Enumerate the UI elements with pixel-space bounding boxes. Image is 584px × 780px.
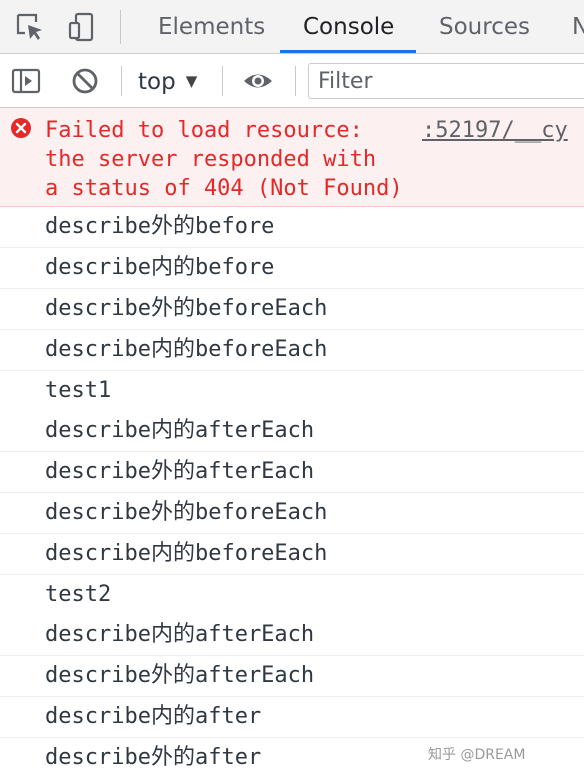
log-row: test1	[0, 371, 584, 412]
active-tab-indicator	[280, 50, 416, 53]
dropdown-arrow-icon: ▼	[185, 72, 198, 90]
log-message: describe外的afterEach	[45, 459, 315, 484]
log-message: describe外的beforeEach	[45, 500, 328, 525]
log-message: describe内的beforeEach	[45, 541, 328, 566]
log-message: describe外的beforeEach	[45, 296, 328, 321]
log-row: describe内的beforeEach	[0, 534, 584, 575]
log-row: describe外的beforeEach	[0, 289, 584, 330]
log-row: describe外的afterEach	[0, 452, 584, 493]
live-expression-eye-icon[interactable]	[242, 65, 274, 97]
device-toolbar-icon[interactable]	[66, 11, 98, 43]
toolbar-separator	[222, 66, 223, 96]
toolbar-separator	[295, 66, 296, 96]
log-row: describe内的after	[0, 697, 584, 738]
log-message: test1	[45, 378, 112, 403]
log-message: test2	[45, 582, 112, 607]
devtools-tab-bar: Elements Console Sources N	[0, 0, 584, 54]
error-source-link[interactable]: :52197/__cy	[422, 116, 568, 145]
show-sidebar-icon[interactable]	[10, 65, 42, 97]
log-row: describe内的afterEach	[0, 615, 584, 656]
tab-console[interactable]: Console	[303, 0, 394, 54]
tab-sources[interactable]: Sources	[439, 0, 530, 54]
log-message: describe内的before	[45, 255, 275, 280]
log-row: describe内的afterEach	[0, 411, 584, 452]
toolbar-separator	[121, 66, 122, 96]
error-message: Failed to load resource: the server resp…	[45, 118, 403, 201]
clear-console-icon[interactable]	[69, 65, 101, 97]
context-selector[interactable]: top ▼	[138, 54, 197, 108]
log-row: describe外的beforeEach	[0, 493, 584, 534]
watermark: 知乎 @DREAM	[428, 747, 526, 763]
log-row: describe内的beforeEach	[0, 330, 584, 371]
log-row: test2	[0, 575, 584, 616]
log-message: describe内的after	[45, 704, 262, 729]
tab-elements[interactable]: Elements	[158, 0, 265, 54]
tab-separator	[120, 10, 121, 44]
filter-input[interactable]	[308, 63, 584, 99]
context-value: top	[138, 69, 176, 95]
log-row: describe外的afterEach	[0, 656, 584, 697]
tab-network-truncated[interactable]: N	[572, 0, 584, 54]
log-row: describe外的before	[0, 207, 584, 248]
log-message: describe内的afterEach	[45, 418, 315, 443]
log-row: describe内的before	[0, 248, 584, 289]
log-message: describe外的before	[45, 214, 275, 239]
log-message: describe外的afterEach	[45, 663, 315, 688]
inspect-element-icon[interactable]	[14, 11, 46, 43]
log-message: describe内的afterEach	[45, 622, 315, 647]
log-message: describe内的beforeEach	[45, 337, 328, 362]
log-message: describe外的after	[45, 745, 262, 770]
error-icon	[11, 118, 31, 138]
console-toolbar: top ▼	[0, 54, 584, 108]
